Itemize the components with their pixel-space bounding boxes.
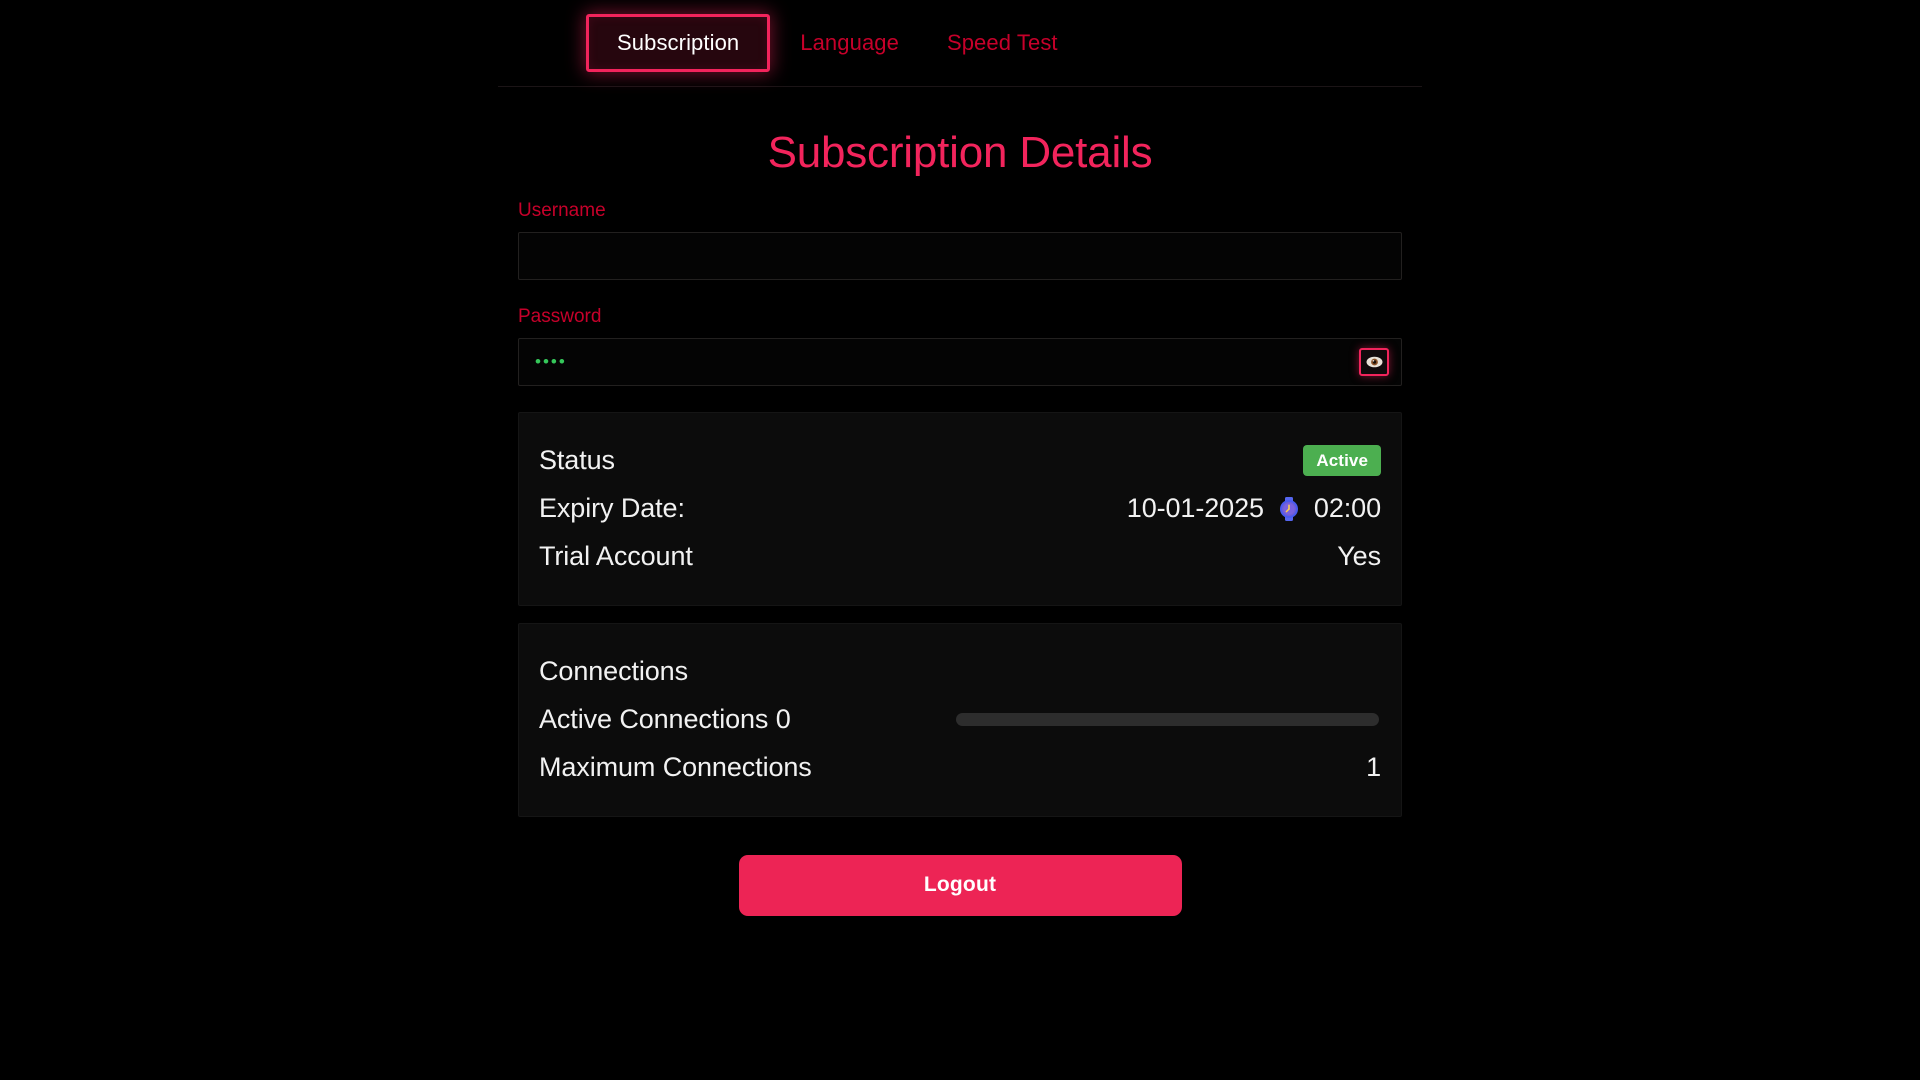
page-title: Subscription Details [767, 128, 1153, 177]
subscription-screen: Subscription Language Speed Test Subscri… [0, 0, 1920, 1080]
main-content: Username Password Status [518, 200, 1402, 916]
password-label: Password [518, 305, 602, 327]
connections-card: Connections Active Connections 0 Maximum… [518, 622, 1402, 817]
expiry-date-label: Expiry Date: [539, 493, 685, 524]
watch-icon [1276, 496, 1302, 522]
maximum-connections-label: Maximum Connections [539, 752, 812, 783]
eye-icon [1366, 356, 1383, 368]
trial-account-row: Trial Account Yes [539, 533, 1381, 581]
username-field-wrapper [518, 231, 1402, 280]
trial-account-value: Yes [1337, 541, 1381, 572]
expiry-time-text: 02:00 [1313, 493, 1381, 524]
status-badge: Active [1303, 444, 1381, 477]
tab-speed-test[interactable]: Speed Test [923, 15, 1082, 71]
tab-language-label: Language [800, 29, 899, 55]
status-row-label: Status [539, 445, 615, 476]
tab-bar: Subscription Language Speed Test [498, 0, 1422, 87]
maximum-connections-value: 1 [1366, 752, 1381, 783]
tab-language[interactable]: Language [776, 15, 923, 71]
active-connections-progress [956, 713, 1381, 727]
status-row: Status Active [539, 437, 1381, 485]
expiry-date-row: Expiry Date: 10-01-2025 02:00 [539, 485, 1381, 533]
username-input[interactable] [518, 231, 1402, 280]
expiry-date-text: 10-01-2025 [1126, 493, 1264, 524]
active-connections-progress-track [956, 713, 1379, 727]
password-field-wrapper [518, 337, 1402, 386]
logout-button-wrapper: Logout [518, 854, 1402, 916]
status-row-value: Active [1303, 444, 1381, 477]
connections-heading-row: Connections [539, 648, 1381, 696]
expiry-date-value: 10-01-2025 02:00 [1127, 493, 1381, 524]
maximum-connections-row: Maximum Connections 1 [539, 744, 1381, 792]
active-connections-row: Active Connections 0 [539, 696, 1381, 744]
username-label: Username [518, 200, 606, 221]
tab-subscription-label: Subscription [617, 29, 740, 55]
connections-heading: Connections [539, 656, 688, 687]
password-visibility-toggle-button[interactable] [1359, 347, 1389, 376]
password-input[interactable] [518, 337, 1402, 386]
tab-subscription[interactable]: Subscription [586, 13, 771, 73]
tab-speed-test-label: Speed Test [946, 29, 1058, 55]
active-connections-label: Active Connections 0 [539, 704, 791, 735]
status-card: Status Active Expiry Date: 10-01-2025 02… [518, 411, 1402, 606]
logout-button[interactable]: Logout [738, 854, 1182, 916]
trial-account-label: Trial Account [539, 541, 693, 572]
